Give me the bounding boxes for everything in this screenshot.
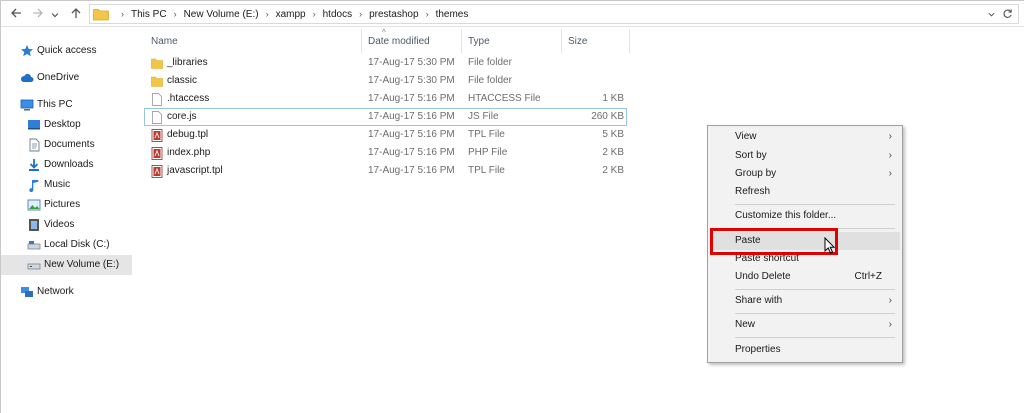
file-row-core-js[interactable]: core.js 17-Aug-17 5:16 PM JS File 260 KB — [144, 108, 627, 126]
nav-desktop[interactable]: Desktop — [1, 115, 132, 135]
menu-item-undo-delete[interactable]: Undo Delete Ctrl+Z — [710, 268, 900, 286]
menu-item-group-by[interactable]: Group by › — [710, 165, 900, 183]
recent-locations-button[interactable] — [49, 5, 61, 23]
breadcrumb-this-pc[interactable]: This PC — [131, 9, 167, 20]
nav-this-pc[interactable]: This PC — [1, 95, 132, 115]
folder-icon — [151, 76, 163, 87]
chevron-right-icon: › — [888, 295, 892, 306]
refresh-icon — [1002, 9, 1012, 18]
column-divider[interactable] — [629, 29, 630, 53]
navigation-pane: Quick access OneDrive This PC Desktop Do… — [1, 27, 134, 413]
nav-onedrive[interactable]: OneDrive — [1, 68, 132, 88]
file-row-index-php[interactable]: index.php 17-Aug-17 5:16 PM PHP File 2 K… — [144, 144, 627, 162]
explorer-window: › This PC › New Volume (E:) › xampp › htdocs › pr… — [0, 0, 1024, 413]
pictures-icon — [27, 199, 41, 211]
up-button[interactable] — [67, 5, 85, 23]
paste-highlight-annotation — [710, 228, 838, 255]
music-icon — [29, 180, 39, 192]
shortcut-label: Ctrl+Z — [854, 271, 883, 282]
menu-separator — [735, 204, 895, 205]
nav-music[interactable]: Music — [1, 175, 132, 195]
drive-icon — [27, 241, 41, 250]
file-icon — [152, 111, 162, 124]
column-header-type[interactable]: Type — [468, 31, 490, 53]
nav-downloads[interactable]: Downloads — [1, 155, 132, 175]
network-icon — [21, 287, 33, 297]
tpl-file-icon — [151, 129, 163, 142]
nav-local-disk-c[interactable]: Local Disk (C:) — [1, 235, 132, 255]
chevron-right-icon: › — [888, 131, 892, 142]
column-header-name[interactable]: Name — [151, 31, 178, 53]
file-row-htaccess[interactable]: .htaccess 17-Aug-17 5:16 PM HTACCESS Fil… — [144, 90, 627, 108]
breadcrumb-htdocs[interactable]: htdocs — [323, 9, 352, 20]
breadcrumb-prestashop[interactable]: prestashop — [369, 9, 418, 20]
chevron-right-icon: › — [888, 150, 892, 161]
nav-pictures[interactable]: Pictures — [1, 195, 132, 215]
menu-item-view[interactable]: View › — [710, 128, 900, 146]
breadcrumb-separator: › — [121, 9, 124, 19]
menu-item-new[interactable]: New › — [710, 316, 900, 334]
download-icon — [29, 159, 39, 171]
computer-icon — [20, 99, 34, 111]
arrow-left-icon — [11, 8, 21, 18]
menu-item-refresh[interactable]: Refresh — [710, 183, 900, 201]
menu-separator — [735, 289, 895, 290]
tpl-file-icon — [151, 165, 163, 178]
back-button[interactable] — [7, 5, 25, 23]
star-icon — [21, 45, 33, 57]
file-icon — [152, 93, 162, 106]
breadcrumb-new-volume[interactable]: New Volume (E:) — [184, 9, 259, 20]
chevron-right-icon: › — [888, 319, 892, 330]
cloud-icon — [20, 74, 34, 82]
arrow-up-icon — [71, 8, 81, 18]
address-bar[interactable]: › This PC › New Volume (E:) › xampp › htdocs › pr… — [89, 4, 1019, 24]
folder-icon — [151, 58, 163, 69]
toolbar: › This PC › New Volume (E:) › xampp › htdocs › pr… — [1, 1, 1024, 27]
nav-videos[interactable]: Videos — [1, 215, 132, 235]
file-row-debug-tpl[interactable]: debug.tpl 17-Aug-17 5:16 PM TPL File 5 K… — [144, 126, 627, 144]
breadcrumb: › This PC › New Volume (E:) › xampp › htdocs › pr… — [121, 9, 469, 20]
documents-icon — [29, 138, 40, 152]
videos-icon — [29, 219, 39, 231]
menu-item-share-with[interactable]: Share with › — [710, 292, 900, 310]
column-header-size[interactable]: Size — [568, 31, 587, 53]
chevron-down-icon — [51, 13, 59, 18]
menu-separator — [735, 313, 895, 314]
nav-network[interactable]: Network — [1, 282, 132, 302]
chevron-down-icon — [988, 12, 995, 17]
menu-item-customize-folder[interactable]: Customize this folder... — [710, 207, 900, 225]
breadcrumb-themes[interactable]: themes — [436, 9, 469, 20]
folder-icon — [93, 9, 109, 21]
file-row-classic[interactable]: classic 17-Aug-17 5:30 PM File folder — [144, 72, 627, 90]
php-file-icon — [151, 147, 163, 160]
chevron-right-icon: › — [888, 168, 892, 179]
column-divider[interactable] — [461, 29, 462, 53]
nav-new-volume-e[interactable]: New Volume (E:) — [1, 255, 132, 275]
column-header-date[interactable]: Date modified — [368, 31, 430, 53]
desktop-icon — [28, 120, 40, 130]
mouse-cursor-icon — [824, 237, 836, 254]
nav-quick-access[interactable]: Quick access — [1, 41, 132, 61]
arrow-right-icon — [33, 8, 43, 18]
file-row-libraries[interactable]: _libraries 17-Aug-17 5:30 PM File folder — [144, 54, 627, 72]
drive-icon — [27, 263, 41, 270]
menu-item-properties[interactable]: Properties — [710, 341, 900, 359]
refresh-button[interactable] — [988, 6, 1014, 22]
forward-button[interactable] — [29, 5, 47, 23]
file-row-javascript-tpl[interactable]: javascript.tpl 17-Aug-17 5:16 PM TPL Fil… — [144, 162, 627, 180]
column-divider[interactable] — [561, 29, 562, 53]
column-divider[interactable] — [361, 29, 362, 53]
nav-documents[interactable]: Documents — [1, 135, 132, 155]
menu-item-sort-by[interactable]: Sort by › — [710, 147, 900, 165]
menu-separator — [735, 337, 895, 338]
breadcrumb-xampp[interactable]: xampp — [276, 9, 306, 20]
